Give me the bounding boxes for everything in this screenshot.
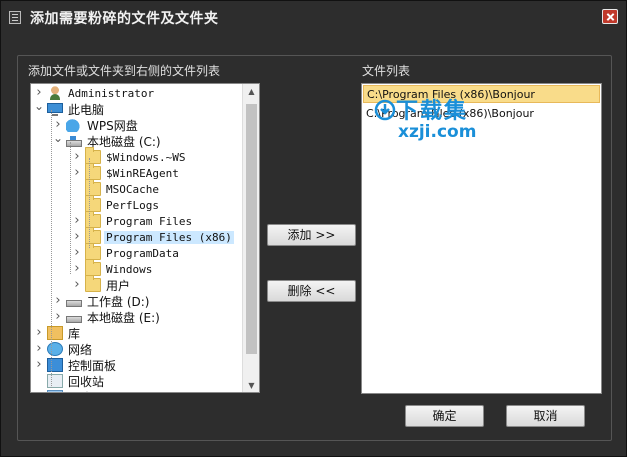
chevron-down-icon[interactable]: ⌄ bbox=[52, 132, 64, 147]
chevron-right-icon[interactable]: › bbox=[71, 278, 83, 291]
tree-node-label: PerfLogs bbox=[106, 198, 159, 212]
tree-node-label: 用户 bbox=[106, 278, 131, 293]
file-list-item[interactable]: C:\Program Files (x86)\Bonjour bbox=[363, 105, 600, 123]
tree-node-label: Program Files (x86) bbox=[104, 230, 234, 244]
tree-node-label: $WinREAgent bbox=[106, 166, 179, 180]
tree-node[interactable]: › Program Files (x86) bbox=[71, 227, 234, 245]
tree-node-label: 图片(.) bbox=[66, 389, 107, 393]
window-title: 添加需要粉碎的文件及文件夹 bbox=[30, 11, 219, 27]
folder-icon bbox=[85, 227, 101, 244]
folder-icon bbox=[85, 243, 101, 260]
folder-icon bbox=[85, 179, 101, 196]
chevron-right-icon[interactable]: › bbox=[33, 326, 45, 339]
scroll-thumb[interactable] bbox=[246, 104, 257, 354]
drive-icon bbox=[66, 299, 82, 307]
tree-node-label: Program Files bbox=[106, 214, 193, 228]
drive-icon bbox=[66, 315, 82, 323]
tree-node[interactable]: ⌄ 此电脑 bbox=[33, 100, 106, 117]
chevron-right-icon[interactable]: › bbox=[71, 214, 83, 227]
chevron-down-icon[interactable]: ⌄ bbox=[33, 100, 45, 115]
chevron-right-icon[interactable]: › bbox=[52, 310, 64, 323]
computer-icon bbox=[47, 103, 63, 116]
network-icon bbox=[47, 342, 63, 356]
add-button[interactable]: 添加 >> bbox=[267, 224, 356, 246]
tree-guide-line bbox=[70, 142, 71, 274]
folder-icon bbox=[85, 259, 101, 276]
tree-node[interactable]: › 控制面板 bbox=[33, 357, 118, 373]
title-bar[interactable]: 添加需要粉碎的文件及文件夹 bbox=[1, 1, 626, 33]
tree-section-label: 添加文件或文件夹到右侧的文件列表 bbox=[28, 64, 221, 78]
user-icon bbox=[47, 86, 63, 100]
ok-button[interactable]: 确定 bbox=[405, 405, 484, 427]
tree-node-label: WPS网盘 bbox=[87, 118, 138, 133]
tree-node[interactable]: › Windows bbox=[71, 259, 154, 277]
delete-button[interactable]: 删除 << bbox=[267, 280, 356, 302]
pictures-icon bbox=[47, 390, 63, 392]
file-list-label: 文件列表 bbox=[362, 64, 411, 78]
chevron-right-icon[interactable]: › bbox=[52, 118, 64, 131]
tree-node[interactable]: 回收站 bbox=[33, 373, 106, 389]
dialog-window: 添加需要粉碎的文件及文件夹 添加文件或文件夹到右侧的文件列表 文件列表 › Adm… bbox=[0, 0, 627, 457]
folder-icon bbox=[85, 163, 101, 180]
control-panel-icon bbox=[47, 358, 63, 372]
folder-tree-content: › Administrator ⌄ 此电脑 › WPS网盘 ⌄ 本地磁盘 (C:) › $Wind… bbox=[31, 84, 243, 393]
tree-node-label: Windows bbox=[106, 262, 153, 276]
tree-node-label: 工作盘 (D:) bbox=[87, 294, 150, 309]
tree-connector bbox=[71, 183, 83, 195]
tree-node-label: 网络 bbox=[68, 342, 93, 357]
drive-icon bbox=[66, 135, 82, 147]
file-list[interactable]: C:\Program Files (x86)\Bonjour C:\Progra… bbox=[361, 83, 602, 394]
recycle-bin-icon bbox=[47, 374, 63, 388]
scroll-up-icon[interactable]: ▲ bbox=[243, 84, 259, 100]
tree-node-label: 此电脑 bbox=[68, 102, 105, 117]
tree-node[interactable]: › 工作盘 (D:) bbox=[52, 293, 151, 309]
tree-node-label: 回收站 bbox=[68, 374, 105, 389]
tree-node[interactable]: › WPS网盘 bbox=[52, 117, 140, 133]
tree-node-label: 控制面板 bbox=[68, 358, 117, 373]
tree-connector bbox=[33, 375, 45, 387]
file-list-item[interactable]: C:\Program Files (x86)\Bonjour bbox=[363, 85, 600, 103]
tree-node[interactable]: ⌄ 本地磁盘 (C:) bbox=[52, 132, 163, 149]
scroll-down-icon[interactable]: ▼ bbox=[243, 378, 259, 392]
tree-node-label: 本地磁盘 (E:) bbox=[87, 310, 160, 325]
tree-node-label: MSOCache bbox=[106, 182, 159, 196]
tree-guide-line bbox=[89, 158, 90, 248]
cancel-button[interactable]: 取消 bbox=[506, 405, 585, 427]
tree-guide-line bbox=[51, 110, 52, 388]
chevron-right-icon[interactable]: › bbox=[52, 294, 64, 307]
tree-node-label: ProgramData bbox=[106, 246, 179, 260]
chevron-right-icon[interactable]: › bbox=[33, 358, 45, 371]
app-icon bbox=[9, 11, 21, 24]
folder-icon bbox=[85, 275, 101, 292]
tree-node[interactable]: › Administrator bbox=[33, 85, 156, 101]
tree-node[interactable]: › 网络 bbox=[33, 341, 94, 357]
folder-tree[interactable]: › Administrator ⌄ 此电脑 › WPS网盘 ⌄ 本地磁盘 (C:) › $Wind… bbox=[30, 83, 260, 393]
chevron-right-icon[interactable]: › bbox=[71, 166, 83, 179]
folder-icon bbox=[85, 195, 101, 212]
tree-node-label: 库 bbox=[68, 326, 81, 341]
folder-icon bbox=[85, 147, 101, 164]
library-icon bbox=[47, 326, 63, 340]
tree-node[interactable]: › 本地磁盘 (E:) bbox=[52, 309, 162, 325]
tree-node-label: 本地磁盘 (C:) bbox=[87, 134, 161, 149]
tree-node-label: Administrator bbox=[68, 86, 155, 100]
chevron-right-icon[interactable]: › bbox=[33, 86, 45, 99]
tree-node[interactable]: 图片(.) bbox=[33, 389, 107, 393]
chevron-right-icon[interactable]: › bbox=[71, 230, 83, 243]
cloud-icon bbox=[66, 118, 82, 132]
tree-scrollbar[interactable]: ▲ ▼ bbox=[242, 84, 259, 392]
tree-node[interactable]: › 库 bbox=[33, 325, 82, 341]
tree-node-label: $Windows.~WS bbox=[106, 150, 186, 164]
close-button[interactable] bbox=[602, 9, 618, 24]
tree-connector bbox=[71, 199, 83, 211]
chevron-right-icon[interactable]: › bbox=[71, 150, 83, 163]
tree-connector bbox=[33, 391, 45, 392]
chevron-right-icon[interactable]: › bbox=[71, 262, 83, 275]
chevron-right-icon[interactable]: › bbox=[33, 342, 45, 355]
tree-node[interactable]: › 用户 bbox=[71, 275, 132, 293]
folder-icon bbox=[85, 211, 101, 228]
chevron-right-icon[interactable]: › bbox=[71, 246, 83, 259]
